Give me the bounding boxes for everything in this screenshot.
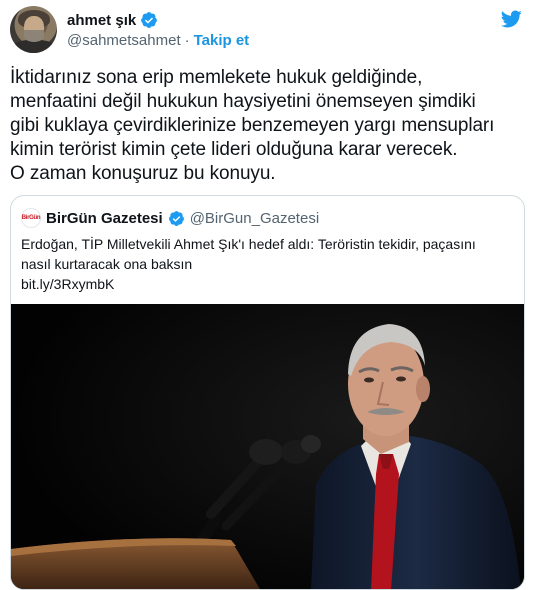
quoted-tweet[interactable]: BirGün BirGün Gazetesi @BirGun_Gazetesi … xyxy=(10,195,525,590)
speaker-photo xyxy=(11,304,524,589)
author-avatar[interactable] xyxy=(10,6,57,53)
separator-dot: · xyxy=(184,31,190,49)
tweet-text-line: gibi kuklaya çevirdiklerinize benzemeyen… xyxy=(10,115,495,136)
tweet-header: ahmet şık @sahmetsahmet · Takip et xyxy=(10,6,525,56)
verified-badge-icon xyxy=(141,12,158,28)
tweet-text: İktidarınız sona erip memlekete hukuk ge… xyxy=(10,66,525,186)
quoted-text-line: Erdoğan, TİP Milletvekili Ahmet Şık'ı he… xyxy=(21,236,476,252)
quoted-display-name[interactable]: BirGün Gazetesi xyxy=(46,210,163,227)
quoted-text-line: nasıl kurtaracak ona baksın xyxy=(21,256,193,272)
author-handle-row: @sahmetsahmet · Takip et xyxy=(67,31,249,49)
twitter-bird-icon[interactable] xyxy=(499,8,523,30)
quoted-link[interactable]: bit.ly/3RxymbK xyxy=(21,274,114,294)
author-display-name[interactable]: ahmet şık xyxy=(67,12,136,29)
author-handle[interactable]: @sahmetsahmet xyxy=(67,32,181,49)
quoted-header: BirGün BirGün Gazetesi @BirGun_Gazetesi xyxy=(21,208,319,228)
verified-badge-icon xyxy=(168,210,184,226)
tweet-text-line: kimin terörist kimin çete lideri olduğun… xyxy=(10,139,458,160)
tweet-text-line: O zaman konuşuruz bu konuyu. xyxy=(10,163,276,184)
follow-button[interactable]: Takip et xyxy=(194,32,250,49)
tweet-text-line: menfaatini değil hukukun haysiyetini öne… xyxy=(10,91,476,112)
tweet-card: ahmet şık @sahmetsahmet · Takip et İktid… xyxy=(0,0,535,590)
quoted-handle[interactable]: @BirGun_Gazetesi xyxy=(190,210,319,227)
author-name-row: ahmet şık xyxy=(67,10,158,30)
quoted-media-image[interactable] xyxy=(11,304,524,589)
tweet-text-line: İktidarınız sona erip memlekete hukuk ge… xyxy=(10,67,423,88)
quoted-avatar[interactable]: BirGün xyxy=(21,208,41,228)
quoted-text: Erdoğan, TİP Milletvekili Ahmet Şık'ı he… xyxy=(21,234,516,274)
